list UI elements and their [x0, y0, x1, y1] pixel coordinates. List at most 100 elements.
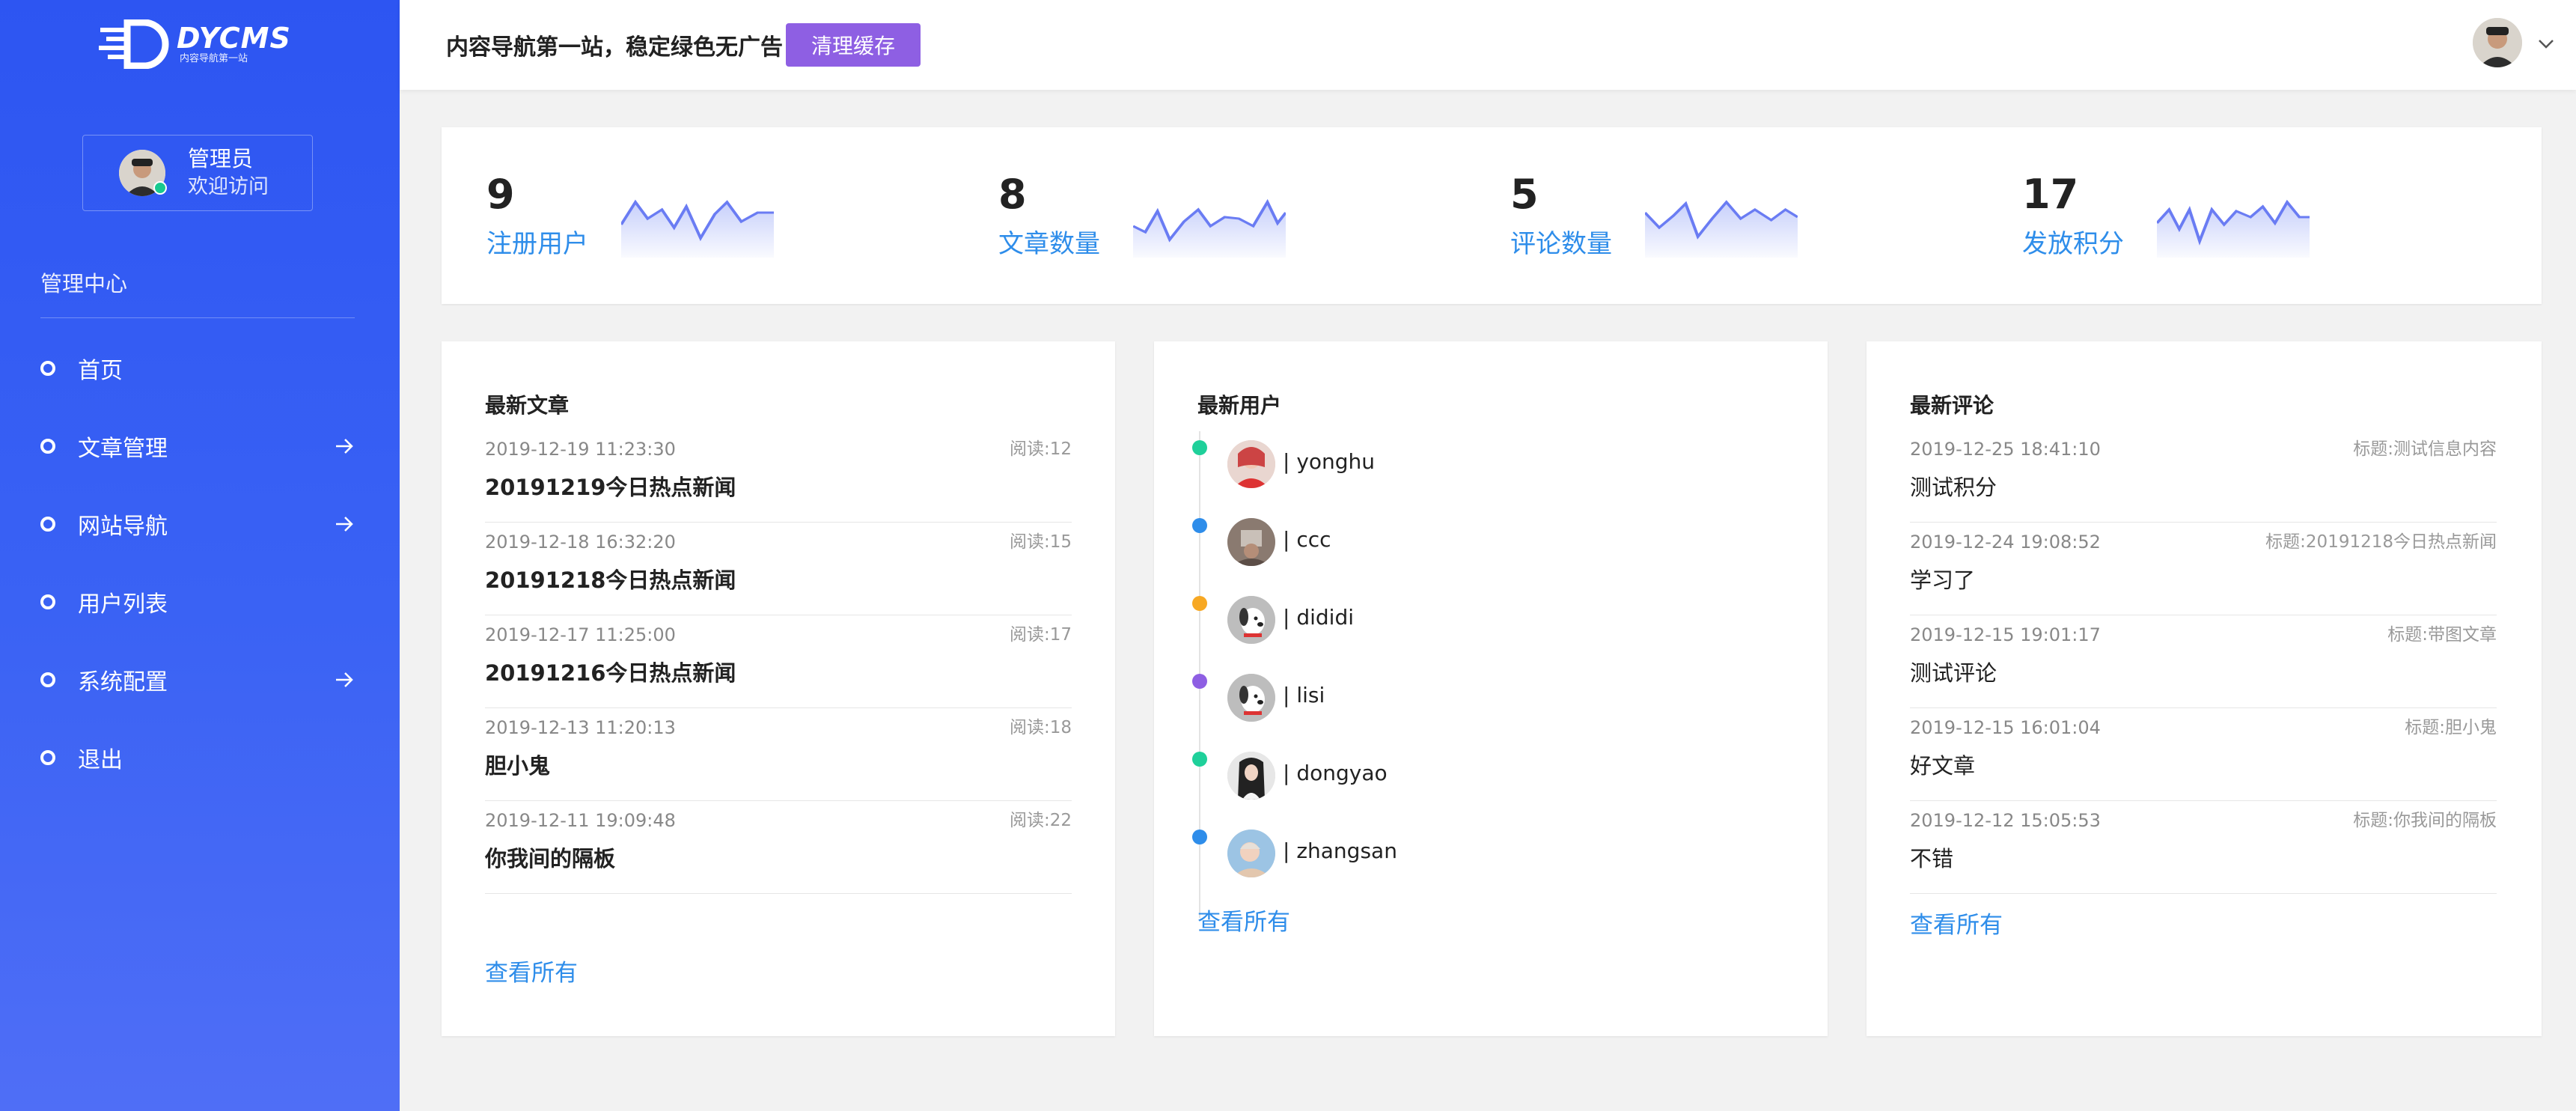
comment-target[interactable]: 标题:测试信息内容	[2353, 434, 2497, 460]
sidebar-item-label: 网站导航	[78, 514, 168, 540]
sidebar-item-users[interactable]: 用户列表	[40, 563, 355, 641]
sidebar-user-card[interactable]: 管理员 欢迎访问	[82, 135, 313, 211]
sidebar: DYCMS 内容导航第一站 管理员 欢迎访问 管理中心 首页 文章管理 网站导航…	[0, 0, 400, 1111]
view-all-users-link[interactable]: 查看所有	[1197, 903, 1290, 937]
latest-comments-card: 最新评论 2019-12-25 18:41:10 标题:测试信息内容 测试积分 …	[1867, 341, 2542, 1036]
comment-row[interactable]: 2019-12-25 18:41:10 标题:测试信息内容 测试积分	[1910, 430, 2497, 523]
latest-articles-card: 最新文章 2019-12-19 11:23:30 阅读:12 20191219今…	[442, 341, 1115, 1036]
circle-bullet-icon	[40, 594, 55, 609]
card-title: 最新用户	[1197, 393, 1282, 418]
sidebar-item-settings[interactable]: 系统配置	[40, 641, 355, 719]
user-avatar	[1227, 440, 1275, 488]
user-item[interactable]: | dididi	[1192, 579, 1784, 657]
article-row[interactable]: 2019-12-11 19:09:48 阅读:22 你我间的隔板	[485, 801, 1072, 894]
user-avatar	[1227, 752, 1275, 800]
comment-row[interactable]: 2019-12-15 19:01:17 标题:带图文章 测试评论	[1910, 615, 2497, 708]
stat-value: 8	[998, 171, 1027, 218]
comment-row[interactable]: 2019-12-12 15:05:53 标题:你我间的隔板 不错	[1910, 801, 2497, 894]
article-date: 2019-12-17 11:25:00	[485, 624, 676, 645]
menu-section-title: 管理中心	[40, 271, 128, 296]
view-all-articles-link[interactable]: 查看所有	[485, 954, 578, 987]
logo[interactable]: DYCMS 内容导航第一站	[97, 19, 291, 69]
comment-target[interactable]: 标题:20191218今日热点新闻	[2265, 527, 2497, 553]
user-item[interactable]: | ccc	[1192, 502, 1784, 579]
circle-bullet-icon	[40, 439, 55, 454]
top-header: 内容导航第一站，稳定绿色无广告 清理缓存	[400, 0, 2576, 90]
comment-text: 测试评论	[1910, 660, 1997, 686]
user-name[interactable]: | yonghu	[1283, 449, 1375, 474]
timeline-dot	[1192, 518, 1207, 533]
logo-subtitle: 内容导航第一站	[180, 53, 248, 64]
user-avatar	[1227, 830, 1275, 877]
article-title[interactable]: 胆小鬼	[485, 749, 550, 780]
user-name[interactable]: | ccc	[1283, 527, 1331, 552]
comment-text: 不错	[1910, 846, 1954, 871]
comment-date: 2019-12-12 15:05:53	[1910, 810, 2101, 831]
sidebar-item-site-nav[interactable]: 网站导航	[40, 485, 355, 563]
user-item[interactable]: | yonghu	[1192, 424, 1784, 502]
user-name[interactable]: | zhangsan	[1283, 838, 1397, 863]
sidebar-item-logout[interactable]: 退出	[40, 719, 355, 797]
timeline-dot	[1192, 596, 1207, 611]
comment-row[interactable]: 2019-12-24 19:08:52 标题:20191218今日热点新闻 学习…	[1910, 523, 2497, 615]
header-avatar[interactable]	[2473, 18, 2522, 67]
circle-bullet-icon	[40, 750, 55, 765]
stat-value: 17	[2022, 171, 2079, 218]
sparkline-chart	[621, 199, 774, 258]
article-date: 2019-12-11 19:09:48	[485, 810, 676, 831]
article-title[interactable]: 20191219今日热点新闻	[485, 470, 736, 502]
comment-target[interactable]: 标题:带图文章	[2387, 620, 2497, 645]
article-title[interactable]: 你我间的隔板	[485, 841, 615, 873]
user-item[interactable]: | lisi	[1192, 657, 1784, 735]
comment-row[interactable]: 2019-12-15 16:01:04 标题:胆小鬼 好文章	[1910, 708, 2497, 801]
timeline-dot	[1192, 752, 1207, 767]
clear-cache-button[interactable]: 清理缓存	[786, 23, 921, 67]
user-item[interactable]: | zhangsan	[1192, 813, 1784, 891]
comment-target[interactable]: 标题:胆小鬼	[2405, 713, 2497, 738]
article-row[interactable]: 2019-12-19 11:23:30 阅读:12 20191219今日热点新闻	[485, 430, 1072, 523]
article-date: 2019-12-19 11:23:30	[485, 439, 676, 460]
stat-label: 注册用户	[486, 229, 588, 259]
user-name[interactable]: | dididi	[1283, 605, 1354, 630]
stat-label: 评论数量	[1510, 229, 1612, 259]
chevron-down-icon[interactable]	[2536, 33, 2557, 54]
article-row[interactable]: 2019-12-17 11:25:00 阅读:17 20191216今日热点新闻	[485, 615, 1072, 708]
online-status-dot	[153, 181, 167, 195]
sidebar-item-label: 系统配置	[78, 669, 168, 695]
article-reads: 阅读:22	[1009, 811, 1072, 830]
article-reads: 阅读:12	[1009, 439, 1072, 459]
user-name[interactable]: | lisi	[1283, 683, 1325, 707]
article-reads: 阅读:18	[1009, 718, 1072, 737]
sparkline-chart	[1133, 198, 1286, 258]
view-all-comments-link[interactable]: 查看所有	[1910, 906, 2003, 940]
article-reads: 阅读:15	[1009, 532, 1072, 552]
sidebar-user-welcome: 欢迎访问	[188, 175, 269, 198]
article-reads: 阅读:17	[1009, 625, 1072, 645]
sidebar-item-label: 退出	[78, 747, 123, 773]
timeline-dot	[1192, 440, 1207, 455]
sidebar-item-home[interactable]: 首页	[40, 329, 355, 407]
article-date: 2019-12-18 16:32:20	[485, 532, 676, 553]
circle-bullet-icon	[40, 517, 55, 532]
latest-users-card: 最新用户 | yonghu | ccc | dididi | lisi | do…	[1154, 341, 1828, 1036]
dycms-logo-icon	[99, 19, 169, 69]
article-title[interactable]: 20191216今日热点新闻	[485, 656, 736, 687]
user-avatar	[1227, 596, 1275, 644]
comment-date: 2019-12-15 19:01:17	[1910, 624, 2101, 645]
article-date: 2019-12-13 11:20:13	[485, 717, 676, 738]
stats-panel: 9 注册用户 8 文章数量 5 评论数量 17 发放积分	[442, 127, 2542, 304]
article-title[interactable]: 20191218今日热点新闻	[485, 563, 736, 594]
user-name[interactable]: | dongyao	[1283, 761, 1388, 785]
sparkline-chart	[1645, 200, 1798, 258]
article-row[interactable]: 2019-12-13 11:20:13 阅读:18 胆小鬼	[485, 708, 1072, 801]
card-title: 最新文章	[485, 393, 570, 418]
comment-date: 2019-12-24 19:08:52	[1910, 532, 2101, 553]
sidebar-item-label: 文章管理	[78, 436, 168, 462]
comment-text: 学习了	[1910, 567, 1976, 593]
comment-date: 2019-12-15 16:01:04	[1910, 717, 2101, 738]
user-item[interactable]: | dongyao	[1192, 735, 1784, 813]
stat-label: 发放积分	[2022, 229, 2124, 259]
article-row[interactable]: 2019-12-18 16:32:20 阅读:15 20191218今日热点新闻	[485, 523, 1072, 615]
comment-target[interactable]: 标题:你我间的隔板	[2353, 806, 2497, 831]
sidebar-item-articles[interactable]: 文章管理	[40, 407, 355, 485]
